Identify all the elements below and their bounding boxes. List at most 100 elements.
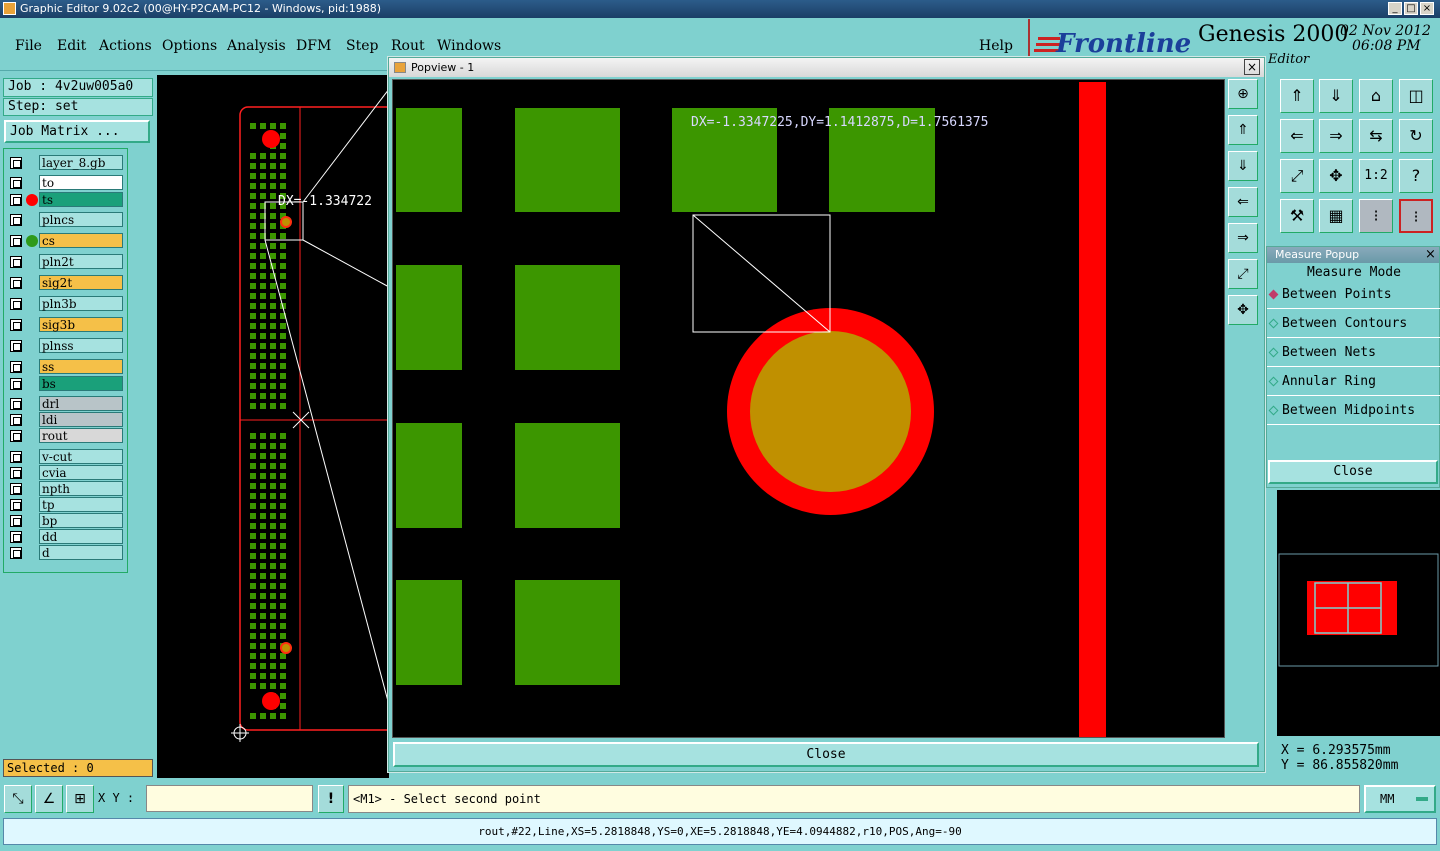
swap-icon[interactable]: ⇆ [1359,119,1393,153]
layer-checkbox[interactable] [10,298,22,310]
layer-row[interactable]: sig2t [7,275,125,291]
menu-actions[interactable]: Actions [99,38,152,54]
menu-file[interactable]: File [15,38,42,54]
layer-row[interactable]: v-cut [7,449,125,465]
job-matrix-button[interactable]: Job Matrix ... [4,120,150,143]
layer-checkbox[interactable] [10,319,22,331]
pv-pan-right-icon[interactable]: ⇒ [1228,223,1258,253]
close-window-button[interactable]: × [1420,2,1434,15]
layer-checkbox[interactable] [10,451,22,463]
layer-row[interactable]: layer_8.gb [7,155,125,171]
graphic-canvas[interactable]: DX=-1.334722 [157,75,389,778]
layer-row[interactable]: cs [7,233,125,249]
layer-row[interactable]: rout [7,428,125,444]
zoom-ratio-icon[interactable]: 1:2 [1359,159,1393,193]
mode-annular-ring[interactable]: Annular Ring [1267,368,1440,396]
layer-row[interactable]: ts [7,192,125,208]
popview-canvas[interactable]: DX=-1.3347225,DY=1.1412875,D=1.7561375 [392,79,1225,738]
layer-checkbox[interactable] [10,430,22,442]
layer-checkbox[interactable] [10,194,22,206]
layer-row[interactable]: plnss [7,338,125,354]
layer-checkbox[interactable] [10,483,22,495]
layer-row[interactable]: pln2t [7,254,125,270]
mode-between-nets[interactable]: Between Nets [1267,339,1440,367]
minimize-button[interactable]: _ [1388,2,1402,15]
overview-map[interactable] [1277,490,1440,736]
info-icon[interactable]: ! [318,785,344,813]
layer-checkbox[interactable] [10,414,22,426]
pv-center-icon[interactable]: ✥ [1228,295,1258,325]
menu-rout[interactable]: Rout [391,38,425,54]
layer-row[interactable]: drl [7,396,125,412]
layer-row[interactable]: ldi [7,412,125,428]
layer-checkbox[interactable] [10,277,22,289]
pv-pan-up-icon[interactable]: ⇑ [1228,115,1258,145]
layers-active-icon[interactable]: ⁝ [1399,199,1433,233]
layer-checkbox[interactable] [10,398,22,410]
layer-checkbox[interactable] [10,157,22,169]
menu-edit[interactable]: Edit [57,38,86,54]
pan-up-icon[interactable]: ⇑ [1280,79,1314,113]
measure-close-button[interactable]: Close [1268,460,1438,484]
layer-checkbox[interactable] [10,214,22,226]
layer-checkbox[interactable] [10,361,22,373]
menu-options[interactable]: Options [162,38,217,54]
menu-help[interactable]: Help [979,38,1013,54]
layer-checkbox[interactable] [10,177,22,189]
grid-snap-icon[interactable]: ⊞ [66,785,94,813]
pv-zoom-fit-icon[interactable]: ⤢ [1228,259,1258,289]
layer-row[interactable]: sig3b [7,317,125,333]
layer-row[interactable]: bp [7,513,125,529]
menu-dfm[interactable]: DFM [296,38,331,54]
pv-pan-down-icon[interactable]: ⇓ [1228,151,1258,181]
redraw-icon[interactable]: ↻ [1399,119,1433,153]
layer-name: pln2t [39,254,123,269]
layer-checkbox[interactable] [10,340,22,352]
layer-row[interactable]: pln3b [7,296,125,312]
help-icon[interactable]: ? [1399,159,1433,193]
units-select[interactable]: MM [1364,785,1436,813]
layer-row[interactable]: bs [7,376,125,392]
pan-right-icon[interactable]: ⇒ [1319,119,1353,153]
pan-left-icon[interactable]: ⇐ [1280,119,1314,153]
layer-row[interactable]: dd [7,529,125,545]
menu-step[interactable]: Step [346,38,378,54]
window-split-icon[interactable]: ◫ [1399,79,1433,113]
layer-row[interactable]: tp [7,497,125,513]
layer-checkbox[interactable] [10,235,22,247]
home-icon[interactable]: ⌂ [1359,79,1393,113]
mode-between-contours[interactable]: Between Contours [1267,310,1440,338]
layer-row[interactable]: to [7,175,125,191]
xy-input[interactable] [146,785,313,812]
layer-checkbox[interactable] [10,467,22,479]
layer-row[interactable]: plncs [7,212,125,228]
menu-analysis[interactable]: Analysis [227,38,286,54]
measure-close-x[interactable]: × [1425,247,1436,262]
layer-row[interactable]: cvia [7,465,125,481]
pan-down-icon[interactable]: ⇓ [1319,79,1353,113]
layer-checkbox[interactable] [10,531,22,543]
layer-row[interactable]: d [7,545,125,561]
layer-checkbox[interactable] [10,378,22,390]
mode-between-midpoints[interactable]: Between Midpoints [1267,397,1440,425]
pv-pan-left-icon[interactable]: ⇐ [1228,187,1258,217]
layer-checkbox[interactable] [10,499,22,511]
layer-checkbox[interactable] [10,547,22,559]
pv-zoom-in-icon[interactable]: ⊕ [1228,79,1258,109]
layer-row[interactable]: npth [7,481,125,497]
tools-icon[interactable]: ⚒ [1280,199,1314,233]
snap-icon[interactable]: ⤡ [4,785,32,813]
angle-icon[interactable]: ∠ [35,785,63,813]
menu-windows[interactable]: Windows [437,38,501,54]
popview-close-button[interactable]: Close [393,742,1259,767]
maximize-button[interactable]: □ [1404,2,1418,15]
layer-row[interactable]: ss [7,359,125,375]
popview-close-x[interactable]: × [1244,59,1260,75]
grid-icon[interactable]: ▦ [1319,199,1353,233]
zoom-center-icon[interactable]: ✥ [1319,159,1353,193]
zoom-fit-icon[interactable]: ⤢ [1280,159,1314,193]
layer-checkbox[interactable] [10,256,22,268]
mode-between-points[interactable]: Between Points [1267,281,1440,309]
layers-toggle-icon[interactable]: ⁝ [1359,199,1393,233]
layer-checkbox[interactable] [10,515,22,527]
